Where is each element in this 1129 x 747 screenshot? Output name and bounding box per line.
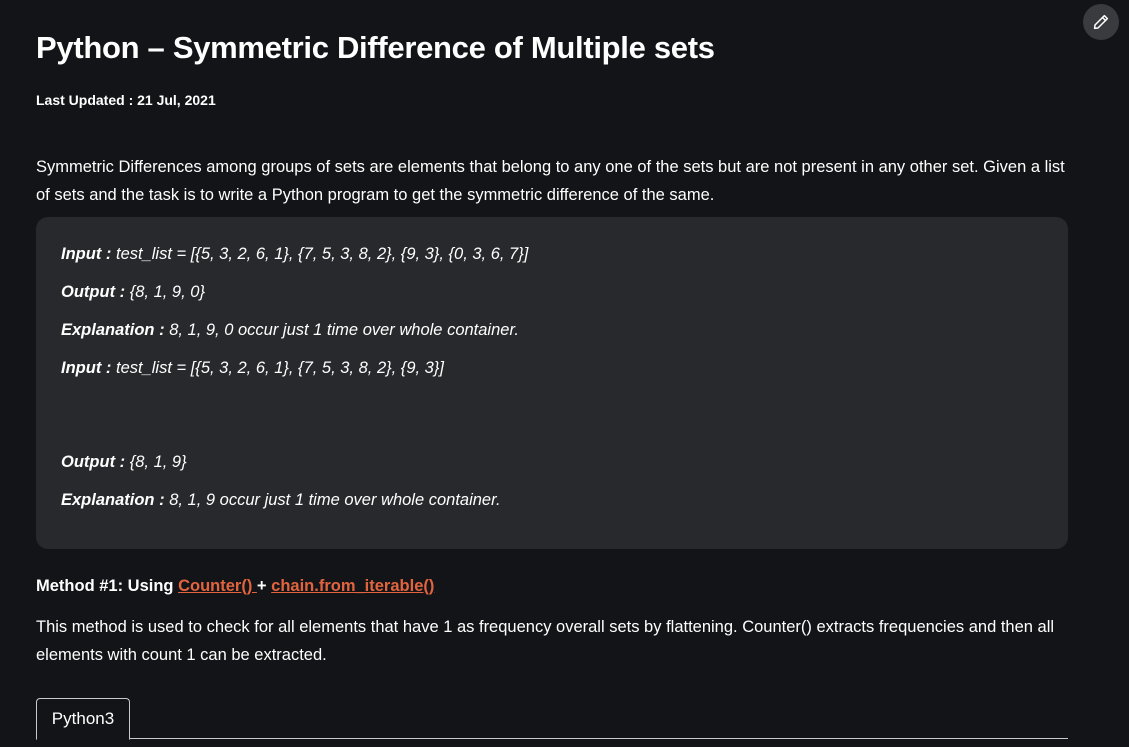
example-output-2: Output : {8, 1, 9} (61, 453, 187, 472)
example-input-2: Input : test_list = [{5, 3, 2, 6, 1}, {7… (61, 359, 444, 378)
example-box: Input : test_list = [{5, 3, 2, 6, 1}, {7… (36, 217, 1068, 549)
method-description: This method is used to check for all ele… (36, 618, 1055, 664)
page-title: Python – Symmetric Difference of Multipl… (36, 30, 715, 65)
example-input-1: Input : test_list = [{5, 3, 2, 6, 1}, {7… (61, 245, 528, 264)
tab-python3[interactable]: Python3 (36, 698, 130, 740)
counter-link[interactable]: Counter() (178, 577, 257, 595)
article-page: Python – Symmetric Difference of Multipl… (0, 0, 1129, 747)
example-label: Output : (61, 453, 130, 471)
tab-divider (36, 738, 1068, 739)
example-label: Input : (61, 245, 116, 263)
edit-button[interactable] (1083, 4, 1119, 40)
intro-paragraph: Symmetric Differences among groups of se… (36, 158, 1065, 204)
pencil-icon (1093, 14, 1109, 30)
example-value: 8, 1, 9 occur just 1 time over whole con… (169, 491, 501, 509)
example-output-1: Output : {8, 1, 9, 0} (61, 283, 205, 302)
example-label: Input : (61, 359, 116, 377)
example-label: Explanation : (61, 321, 170, 339)
example-label: Output : (61, 283, 130, 301)
example-value: 8, 1, 9, 0 occur just 1 time over whole … (169, 321, 519, 339)
example-explanation-2: Explanation : 8, 1, 9 occur just 1 time … (61, 491, 501, 510)
example-value: test_list = [{5, 3, 2, 6, 1}, {7, 5, 3, … (115, 359, 444, 377)
last-updated: Last Updated : 21 Jul, 2021 (36, 92, 216, 108)
example-label: Explanation : (61, 491, 170, 509)
example-value: {8, 1, 9} (129, 453, 187, 471)
example-explanation-1: Explanation : 8, 1, 9, 0 occur just 1 ti… (61, 321, 519, 340)
example-value: {8, 1, 9, 0} (129, 283, 205, 301)
chain-from-iterable-link[interactable]: chain.from_iterable() (271, 577, 434, 595)
method-prefix: Method #1: Using (36, 577, 179, 595)
method-heading: Method #1: Using Counter() + chain.from_… (36, 577, 434, 596)
method-plus: + (256, 577, 272, 595)
example-value: test_list = [{5, 3, 2, 6, 1}, {7, 5, 3, … (115, 245, 529, 263)
code-tabs: Python3 (36, 698, 1068, 747)
